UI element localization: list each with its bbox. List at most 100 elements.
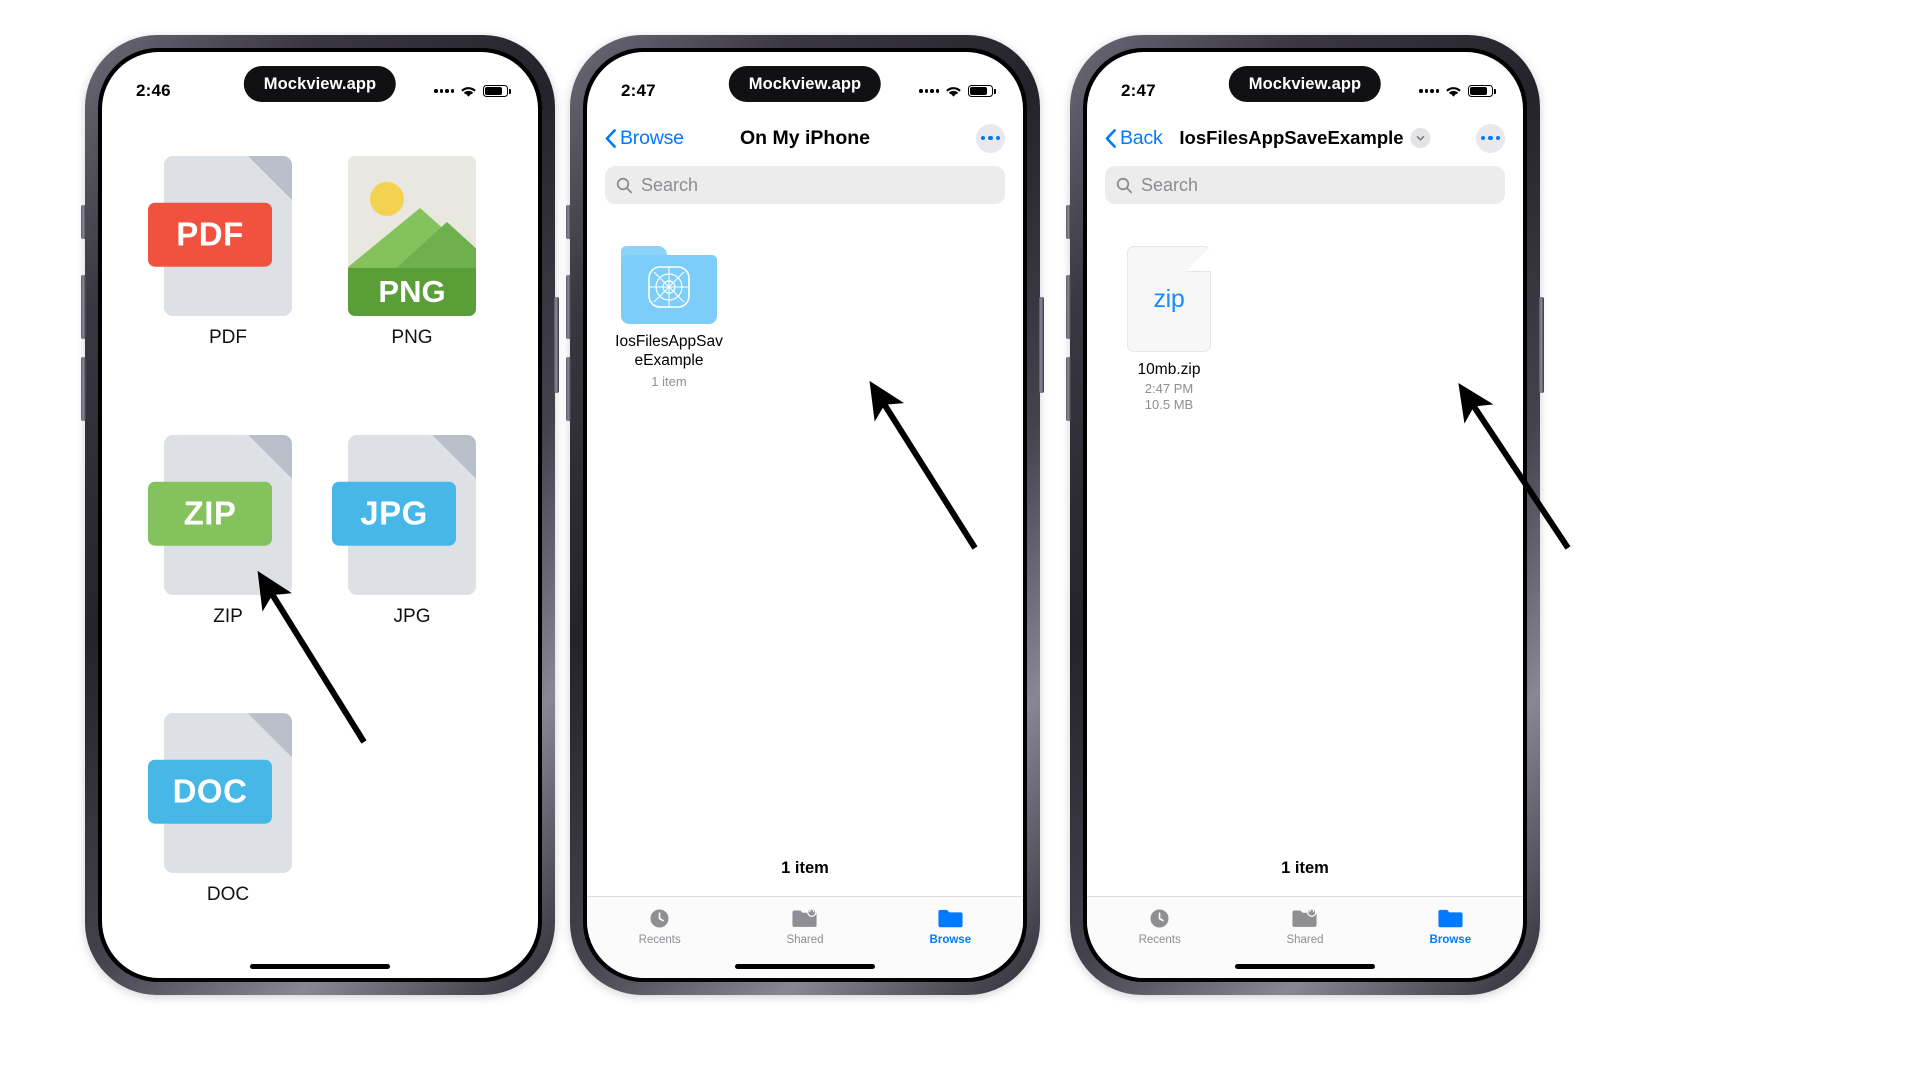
search-input[interactable]: Search <box>605 166 1005 204</box>
jpg-badge: JPG <box>332 481 456 546</box>
file-type-label: PDF <box>209 327 247 348</box>
tab-label: Browse <box>929 934 972 946</box>
tab-recents[interactable]: Recents <box>1087 906 1232 946</box>
volume-up-button[interactable] <box>1066 275 1071 339</box>
clock-icon <box>646 906 673 930</box>
file-type-zip[interactable]: ZIP ZIP <box>148 434 308 700</box>
sun-shape <box>370 182 404 216</box>
page-title: On My iPhone <box>739 126 871 149</box>
chevron-down-icon[interactable] <box>1410 128 1431 148</box>
phone-filetypes: 2:46 Mockview.app PDF PDF PNG PNG ZIP ZI… <box>81 35 559 995</box>
phone-on-my-iphone: 2:47 Mockview.app Browse On My iPhone Se… <box>566 35 1044 995</box>
ellipsis-circle-icon[interactable] <box>976 123 1005 153</box>
mute-switch[interactable] <box>81 205 86 239</box>
zip-icon-label: zip <box>1153 284 1185 313</box>
jpg-file-icon: JPG <box>332 434 476 595</box>
page-fold <box>1185 246 1211 272</box>
zip-document-icon: zip <box>1127 246 1211 352</box>
volume-up-button[interactable] <box>81 275 86 339</box>
navigation-bar: Back IosFilesAppSaveExample <box>1087 114 1523 162</box>
search-icon <box>616 177 633 194</box>
power-button[interactable] <box>1039 297 1044 393</box>
power-button[interactable] <box>554 297 559 393</box>
phone-bezel: 2:47 Mockview.app Back IosFilesAppSaveEx… <box>1083 48 1527 982</box>
tab-browse[interactable]: Browse <box>878 906 1023 946</box>
chevron-left-icon <box>605 128 616 148</box>
battery-icon <box>483 84 511 98</box>
file-type-doc[interactable]: DOC DOC <box>148 713 308 978</box>
phone-bezel: 2:46 Mockview.app PDF PDF PNG PNG ZIP ZI… <box>98 48 542 982</box>
tab-label: Shared <box>1286 934 1324 946</box>
navigation-bar: Browse On My iPhone <box>587 114 1023 162</box>
search-placeholder: Search <box>1141 174 1199 195</box>
volume-down-button[interactable] <box>81 357 86 421</box>
tab-label: Recents <box>1138 934 1181 946</box>
page-title[interactable]: IosFilesAppSaveExample <box>1179 127 1431 149</box>
home-indicator[interactable] <box>1235 964 1375 969</box>
file-type-png[interactable]: PNG PNG <box>332 156 492 421</box>
list-item[interactable]: IosFilesAppSaveExample 1 item <box>613 246 725 389</box>
file-type-grid: PDF PDF PNG PNG ZIP ZIP JPG JPG DOC DOC <box>102 122 538 978</box>
item-name: 10mb.zip <box>1137 361 1201 378</box>
back-button[interactable]: Back <box>1105 127 1163 150</box>
tab-shared[interactable]: Shared <box>1232 906 1377 946</box>
home-indicator[interactable] <box>735 964 875 969</box>
volume-down-button[interactable] <box>1066 357 1071 421</box>
item-count-label: 1 item <box>1281 859 1329 877</box>
item-grid: zip 10mb.zip 2:47 PM 10.5 MB <box>1087 218 1523 412</box>
mute-switch[interactable] <box>566 205 571 239</box>
volume-up-button[interactable] <box>566 275 571 339</box>
volume-down-button[interactable] <box>566 357 571 421</box>
status-indicators <box>1419 84 1496 98</box>
app-grid-glyph-icon <box>646 264 692 310</box>
signal-dots-icon <box>919 89 939 93</box>
list-item[interactable]: zip 10mb.zip 2:47 PM 10.5 MB <box>1113 246 1225 412</box>
power-button[interactable] <box>1539 297 1544 393</box>
wifi-icon <box>460 85 477 98</box>
zip-badge: ZIP <box>148 481 272 546</box>
search-input[interactable]: Search <box>1105 166 1505 204</box>
chevron-left-icon <box>1105 128 1116 148</box>
status-time: 2:47 <box>1121 81 1156 100</box>
ellipsis-circle-icon[interactable] <box>1476 123 1505 153</box>
mute-switch[interactable] <box>1066 205 1071 239</box>
item-name: IosFilesAppSaveExample <box>615 333 723 369</box>
status-indicators <box>919 84 996 98</box>
page-fold <box>248 434 292 479</box>
folder-filled-icon <box>1437 906 1464 930</box>
status-time: 2:46 <box>136 81 171 100</box>
file-type-pdf[interactable]: PDF PDF <box>148 156 308 421</box>
back-button-label: Back <box>1120 126 1163 149</box>
wifi-icon <box>945 85 962 98</box>
tab-label: Shared <box>786 934 824 946</box>
doc-file-icon: DOC <box>148 713 292 874</box>
status-indicators <box>434 84 511 98</box>
file-type-label: ZIP <box>213 605 243 627</box>
file-type-label: JPG <box>393 605 431 627</box>
file-type-jpg[interactable]: JPG JPG <box>332 434 492 700</box>
tab-label: Recents <box>638 934 681 946</box>
doc-badge: DOC <box>148 760 272 825</box>
page-title-text: IosFilesAppSaveExample <box>1179 127 1404 148</box>
back-button[interactable]: Browse <box>605 127 684 150</box>
phone-folder-contents: 2:47 Mockview.app Back IosFilesAppSaveEx… <box>1066 35 1544 995</box>
clock-icon <box>1146 906 1173 930</box>
dynamic-island-label: Mockview.app <box>1228 66 1382 102</box>
item-time: 2:47 PM <box>1144 380 1194 396</box>
status-time: 2:47 <box>621 81 656 100</box>
search-placeholder: Search <box>641 174 699 195</box>
tab-browse[interactable]: Browse <box>1378 906 1523 946</box>
tab-recents[interactable]: Recents <box>587 906 732 946</box>
signal-dots-icon <box>1419 89 1439 93</box>
zip-file-icon: ZIP <box>148 434 292 595</box>
signal-dots-icon <box>434 89 454 93</box>
battery-icon <box>968 84 996 98</box>
png-image-icon: PNG <box>348 156 476 316</box>
page-fold <box>248 713 292 758</box>
tab-shared[interactable]: Shared <box>732 906 877 946</box>
file-type-label: PNG <box>391 327 433 348</box>
home-indicator[interactable] <box>250 964 390 969</box>
folder-filled-icon <box>937 906 964 930</box>
page-fold <box>432 434 476 479</box>
phone-bezel: 2:47 Mockview.app Browse On My iPhone Se… <box>583 48 1027 982</box>
